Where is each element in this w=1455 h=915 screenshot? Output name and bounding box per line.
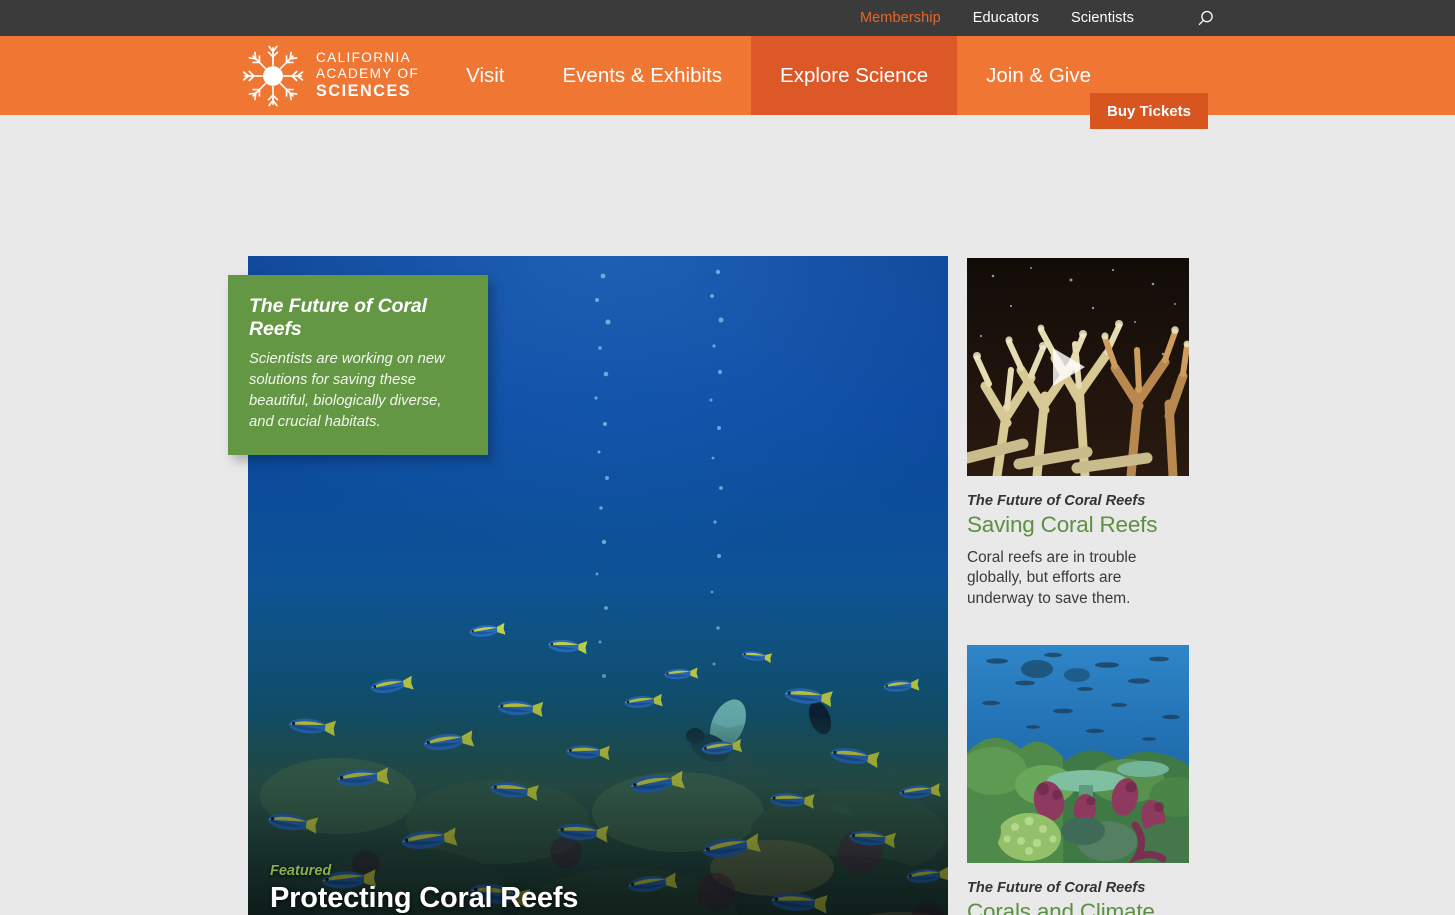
utility-link-scientists[interactable]: Scientists (1071, 10, 1134, 26)
hero-title: Protecting Coral Reefs (270, 882, 579, 914)
card-title[interactable]: Saving Coral Reefs (967, 512, 1189, 539)
sunburst-logo-icon (242, 45, 304, 106)
content-area: Featured Protecting Coral Reefs What is … (0, 115, 1455, 915)
utility-bar: Membership Educators Scientists (0, 0, 1455, 36)
promo-description: Scientists are working on new solutions … (249, 351, 445, 430)
utility-link-educators[interactable]: Educators (973, 10, 1039, 26)
main-navigation: CALIFORNIA ACADEMY OF SCIENCES Visit Eve… (0, 36, 1455, 129)
brand-logo-link[interactable]: CALIFORNIA ACADEMY OF SCIENCES (241, 36, 437, 115)
card-thumbnail-corals-climate-change[interactable] (967, 645, 1189, 863)
card-eyebrow-label: The Future of Coral Reefs (967, 493, 1146, 509)
promo-callout-box[interactable]: The Future of Coral Reefs Scientists are… (228, 275, 488, 455)
card-thumbnail-saving-coral-reefs[interactable] (967, 258, 1189, 476)
brand-line-3: SCIENCES (316, 81, 412, 100)
play-triangle-icon[interactable] (1053, 348, 1085, 386)
brand-line-1: CALIFORNIA (316, 49, 412, 65)
list-item[interactable]: The Future of Coral Reefs Corals and Cli… (967, 645, 1189, 915)
promo-title: The Future of Coral Reefs (249, 295, 427, 340)
card-description: Coral reefs are in trouble globally, but… (967, 548, 1137, 607)
search-icon[interactable] (1196, 9, 1215, 28)
nav-item-visit[interactable]: Visit (437, 36, 533, 115)
nav-item-explore-science[interactable]: Explore Science (751, 36, 958, 115)
nav-item-events-exhibits[interactable]: Events & Exhibits (534, 36, 752, 115)
brand-wordmark: CALIFORNIA ACADEMY OF SCIENCES (316, 50, 419, 101)
list-item[interactable]: The Future of Coral Reefs Saving Coral R… (967, 258, 1189, 609)
sidebar-article-list: The Future of Coral Reefs Saving Coral R… (967, 258, 1189, 915)
brand-line-2: ACADEMY OF (316, 65, 420, 81)
hero-caption: Featured Protecting Coral Reefs What is … (270, 863, 578, 915)
nav-items: Visit Events & Exhibits Explore Science … (437, 36, 1120, 115)
coral-reef-photo (967, 645, 1189, 863)
card-title[interactable]: Corals and Climate Change, Part 1 (967, 899, 1189, 915)
card-eyebrow-label: The Future of Coral Reefs (967, 880, 1146, 896)
utility-link-membership[interactable]: Membership (860, 10, 941, 26)
hero-eyebrow-label: Featured (270, 863, 332, 879)
